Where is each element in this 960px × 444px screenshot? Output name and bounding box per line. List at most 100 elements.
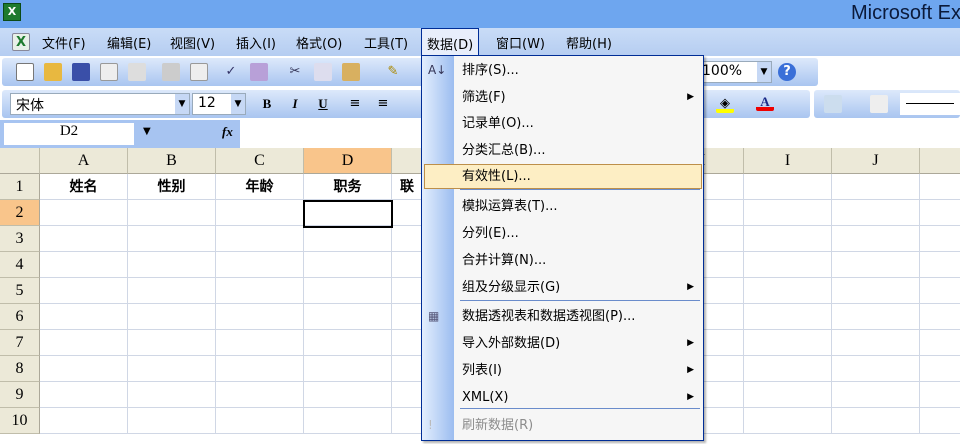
active-cell-d2[interactable] [303, 200, 393, 228]
cell[interactable] [40, 304, 128, 330]
spelling-icon[interactable]: ✓ [222, 63, 240, 81]
cell[interactable] [832, 330, 920, 356]
excel-icon[interactable]: X [3, 3, 21, 21]
cell[interactable] [920, 200, 960, 226]
menu-item-12[interactable]: XML(X) ▶ [424, 385, 702, 410]
permission-icon[interactable] [100, 63, 118, 81]
cell[interactable] [40, 330, 128, 356]
cell[interactable] [40, 356, 128, 382]
menu-edit[interactable]: 编辑(E) [107, 33, 151, 52]
cell[interactable] [744, 174, 832, 200]
menu-item-9[interactable]: ▦ 数据透视表和数据透视图(P)... [424, 304, 702, 329]
menu-item-10[interactable]: 导入外部数据(D) ▶ [424, 331, 702, 356]
menu-item-5[interactable]: 模拟运算表(T)... [424, 194, 702, 219]
row-header-3[interactable]: 3 [0, 226, 40, 252]
cell[interactable] [920, 356, 960, 382]
open-icon[interactable] [44, 63, 62, 81]
bold-button[interactable]: B [258, 95, 276, 113]
print-icon[interactable] [162, 63, 180, 81]
menu-help[interactable]: 帮助(H) [566, 33, 612, 52]
help-icon[interactable]: ? [778, 63, 796, 81]
cell[interactable] [216, 304, 304, 330]
cell[interactable] [40, 382, 128, 408]
cell[interactable] [920, 408, 960, 434]
underline-button[interactable]: U [314, 95, 332, 113]
cell[interactable] [832, 252, 920, 278]
cell[interactable] [128, 278, 216, 304]
cell[interactable] [920, 382, 960, 408]
menu-insert[interactable]: 插入(I) [236, 33, 276, 52]
cell[interactable] [744, 226, 832, 252]
cell[interactable] [920, 174, 960, 200]
row-header-1[interactable]: 1 [0, 174, 40, 200]
menu-item-6[interactable]: 分列(E)... [424, 221, 702, 246]
row-header-8[interactable]: 8 [0, 356, 40, 382]
cell[interactable] [832, 226, 920, 252]
cell[interactable] [128, 200, 216, 226]
cell[interactable] [128, 382, 216, 408]
chevron-down-icon[interactable]: ▼ [143, 126, 151, 137]
row-header-7[interactable]: 7 [0, 330, 40, 356]
cell[interactable] [744, 304, 832, 330]
cell[interactable] [40, 226, 128, 252]
cell[interactable] [216, 382, 304, 408]
cell[interactable] [216, 252, 304, 278]
cell[interactable] [832, 356, 920, 382]
cell[interactable] [304, 252, 392, 278]
cell[interactable] [216, 278, 304, 304]
format-painter-icon[interactable]: ✎ [384, 63, 402, 81]
cell[interactable] [744, 408, 832, 434]
column-header-k[interactable] [920, 148, 960, 174]
cell[interactable] [128, 252, 216, 278]
cell[interactable] [216, 408, 304, 434]
cell[interactable]: 性别 [128, 174, 216, 200]
cell[interactable] [304, 408, 392, 434]
paste-icon[interactable] [342, 63, 360, 81]
cell[interactable] [832, 174, 920, 200]
cell[interactable] [744, 330, 832, 356]
font-select[interactable]: 宋体 ▼ [10, 93, 190, 115]
fill-color-icon[interactable]: ◈ [716, 95, 734, 113]
row-header-5[interactable]: 5 [0, 278, 40, 304]
cell[interactable] [40, 408, 128, 434]
cell[interactable] [304, 356, 392, 382]
column-header-i[interactable]: I [744, 148, 832, 174]
cell[interactable] [744, 252, 832, 278]
cell[interactable] [832, 408, 920, 434]
row-header-6[interactable]: 6 [0, 304, 40, 330]
cell[interactable] [40, 252, 128, 278]
cell[interactable] [128, 408, 216, 434]
cell[interactable] [304, 382, 392, 408]
eraser-icon[interactable] [870, 95, 888, 113]
menu-item-3[interactable]: 分类汇总(B)... [424, 138, 702, 163]
line-style-select[interactable] [900, 93, 960, 115]
cell[interactable] [832, 304, 920, 330]
research-icon[interactable] [250, 63, 268, 81]
email-icon[interactable] [128, 63, 146, 81]
cell[interactable]: 姓名 [40, 174, 128, 200]
print-preview-icon[interactable] [190, 63, 208, 81]
row-header-9[interactable]: 9 [0, 382, 40, 408]
column-header-j[interactable]: J [832, 148, 920, 174]
row-header-10[interactable]: 10 [0, 408, 40, 434]
menu-item-8[interactable]: 组及分级显示(G) ▶ [424, 275, 702, 300]
cell[interactable] [920, 330, 960, 356]
cell[interactable] [832, 200, 920, 226]
menu-item-0[interactable]: A↓ 排序(S)... [424, 58, 702, 83]
cut-icon[interactable]: ✂ [286, 63, 304, 81]
cell[interactable]: 职务 [304, 174, 392, 200]
cell[interactable] [832, 382, 920, 408]
menu-file[interactable]: 文件(F) [42, 33, 86, 52]
select-all-corner[interactable] [0, 148, 40, 174]
column-header-b[interactable]: B [128, 148, 216, 174]
cell[interactable] [744, 200, 832, 226]
cell[interactable] [40, 278, 128, 304]
workbook-icon[interactable]: X [12, 33, 30, 51]
new-icon[interactable] [16, 63, 34, 81]
column-header-c[interactable]: C [216, 148, 304, 174]
font-color-button[interactable]: A [756, 93, 774, 111]
cell[interactable] [216, 330, 304, 356]
draw-border-icon[interactable] [824, 95, 842, 113]
cell[interactable] [128, 226, 216, 252]
name-box[interactable]: D2 [4, 123, 134, 145]
